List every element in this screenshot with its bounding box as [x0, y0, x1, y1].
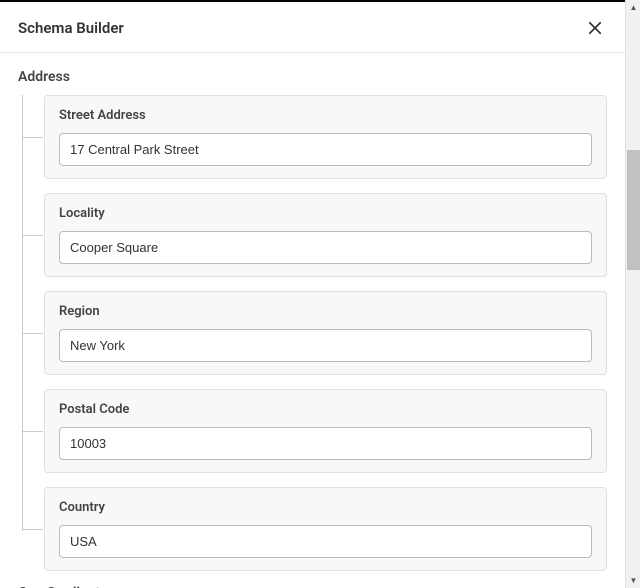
tree-connector [23, 529, 43, 530]
panel-header: Schema Builder [0, 2, 625, 53]
country-field: Country [44, 487, 607, 571]
tree-connector [23, 333, 43, 334]
postal-code-input[interactable] [59, 427, 592, 460]
panel-title: Schema Builder [18, 19, 124, 37]
street-address-label: Street Address [59, 108, 592, 123]
schema-builder-panel: Schema Builder Address Street Address Lo… [0, 0, 625, 588]
address-section-label: Address [18, 69, 607, 85]
scrollbar-thumb[interactable] [627, 150, 640, 270]
postal-code-field: Postal Code [44, 389, 607, 473]
tree-connector [23, 235, 43, 236]
close-button[interactable] [583, 16, 607, 40]
address-section: Address Street Address Locality Region [18, 69, 607, 571]
locality-input[interactable] [59, 231, 592, 264]
region-field: Region [44, 291, 607, 375]
street-address-field: Street Address [44, 95, 607, 179]
scroll-up-arrow-icon[interactable]: ▲ [626, 0, 640, 15]
region-label: Region [59, 304, 592, 319]
tree-connector [23, 137, 43, 138]
tree-connector [23, 431, 43, 432]
postal-code-label: Postal Code [59, 402, 592, 417]
locality-field: Locality [44, 193, 607, 277]
region-input[interactable] [59, 329, 592, 362]
close-icon [586, 19, 604, 37]
panel-content: Address Street Address Locality Region [0, 53, 625, 588]
vertical-scrollbar[interactable]: ▲ ▼ [625, 0, 640, 588]
locality-label: Locality [59, 206, 592, 221]
scroll-down-arrow-icon[interactable]: ▼ [626, 573, 640, 588]
address-tree: Street Address Locality Region Postal Co… [18, 95, 607, 571]
country-label: Country [59, 500, 592, 515]
country-input[interactable] [59, 525, 592, 558]
street-address-input[interactable] [59, 133, 592, 166]
